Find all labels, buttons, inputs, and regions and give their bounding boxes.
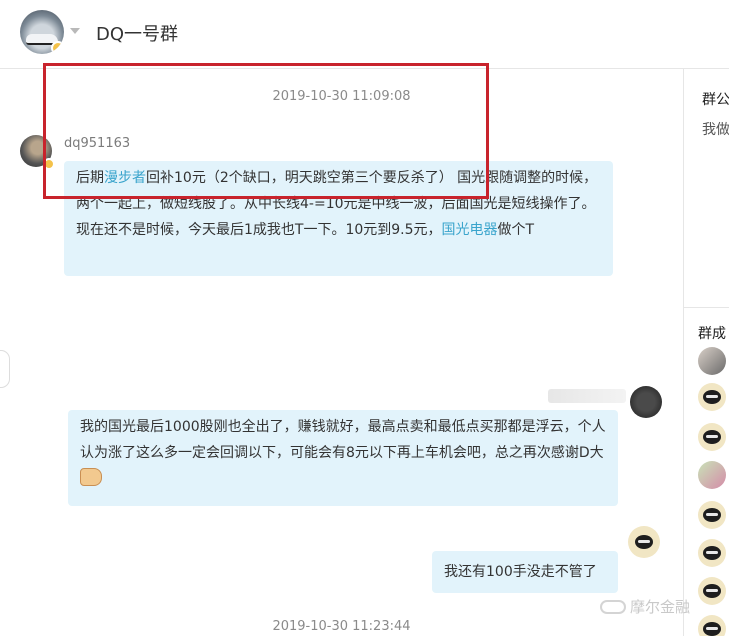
group-notice-text[interactable]: 我做 <box>702 119 729 139</box>
member-avatar[interactable] <box>698 501 726 529</box>
message-text: 做个T <box>497 222 535 238</box>
message-bubble: 我的国光最后1000股刚也全出了，赚钱就好，最高点卖和最低点买那都是浮云，个人认… <box>68 410 618 506</box>
group-info-panel: 群公 我做 群成 <box>683 69 729 636</box>
member-avatar[interactable] <box>698 615 726 636</box>
member-avatar[interactable] <box>698 461 726 489</box>
watermark-text: 摩尔金融 <box>630 598 691 616</box>
group-avatar[interactable] <box>20 10 64 54</box>
thumbs-up-icon <box>80 468 102 486</box>
group-members-title: 群成 <box>698 326 726 342</box>
avatar-glasses-icon <box>706 513 718 516</box>
chat-message-area[interactable]: 2019-10-30 11:09:08 dq951163 后期漫步者回补10元（… <box>0 63 683 636</box>
avatar-glasses-icon <box>706 551 718 554</box>
member-avatar[interactable] <box>698 347 726 375</box>
message-timestamp: 2019-10-30 11:09:08 <box>272 89 411 104</box>
message-text: 我还有100手没走不管了 <box>444 564 597 580</box>
stock-link[interactable]: 漫步者 <box>104 170 146 186</box>
avatar-glasses-icon <box>706 395 718 398</box>
message-bubble: 后期漫步者回补10元（2个缺口，明天跳空第三个要反杀了） 国光跟随调整的时候，两… <box>64 161 613 276</box>
avatar-glasses-icon <box>638 540 650 543</box>
sender-avatar[interactable] <box>20 135 55 170</box>
message-text: 我的国光最后1000股刚也全出了，赚钱就好，最高点卖和最低点买那都是浮云，个人认… <box>80 419 606 461</box>
watermark: 摩尔金融 <box>600 596 690 617</box>
sender-avatar[interactable] <box>630 386 662 418</box>
avatar-glasses-icon <box>706 627 718 630</box>
chat-header: DQ一号群 <box>0 0 729 69</box>
member-avatar[interactable] <box>698 539 726 567</box>
avatar-glasses-icon <box>706 435 718 438</box>
chevron-down-icon[interactable] <box>70 28 80 34</box>
member-avatar[interactable] <box>698 577 726 605</box>
sender-name-blurred <box>548 389 626 403</box>
sender-avatar[interactable] <box>628 526 660 558</box>
watermark-logo-icon <box>600 600 626 614</box>
avatar-glasses-icon <box>706 589 718 592</box>
group-title: DQ一号群 <box>96 24 179 45</box>
member-avatar[interactable] <box>698 383 726 411</box>
message-timestamp: 2019-10-30 11:23:44 <box>272 619 411 634</box>
group-notice-title: 群公 <box>702 92 729 108</box>
divider <box>684 307 729 308</box>
verified-badge-icon <box>51 41 64 54</box>
message-text: 后期 <box>76 170 104 186</box>
message-bubble: 我还有100手没走不管了 <box>432 551 618 593</box>
stock-link[interactable]: 国光电器 <box>442 222 498 238</box>
collapse-handle[interactable] <box>0 350 10 388</box>
verified-badge-icon <box>43 158 55 170</box>
member-avatar[interactable] <box>698 423 726 451</box>
sender-name[interactable]: dq951163 <box>64 136 130 151</box>
